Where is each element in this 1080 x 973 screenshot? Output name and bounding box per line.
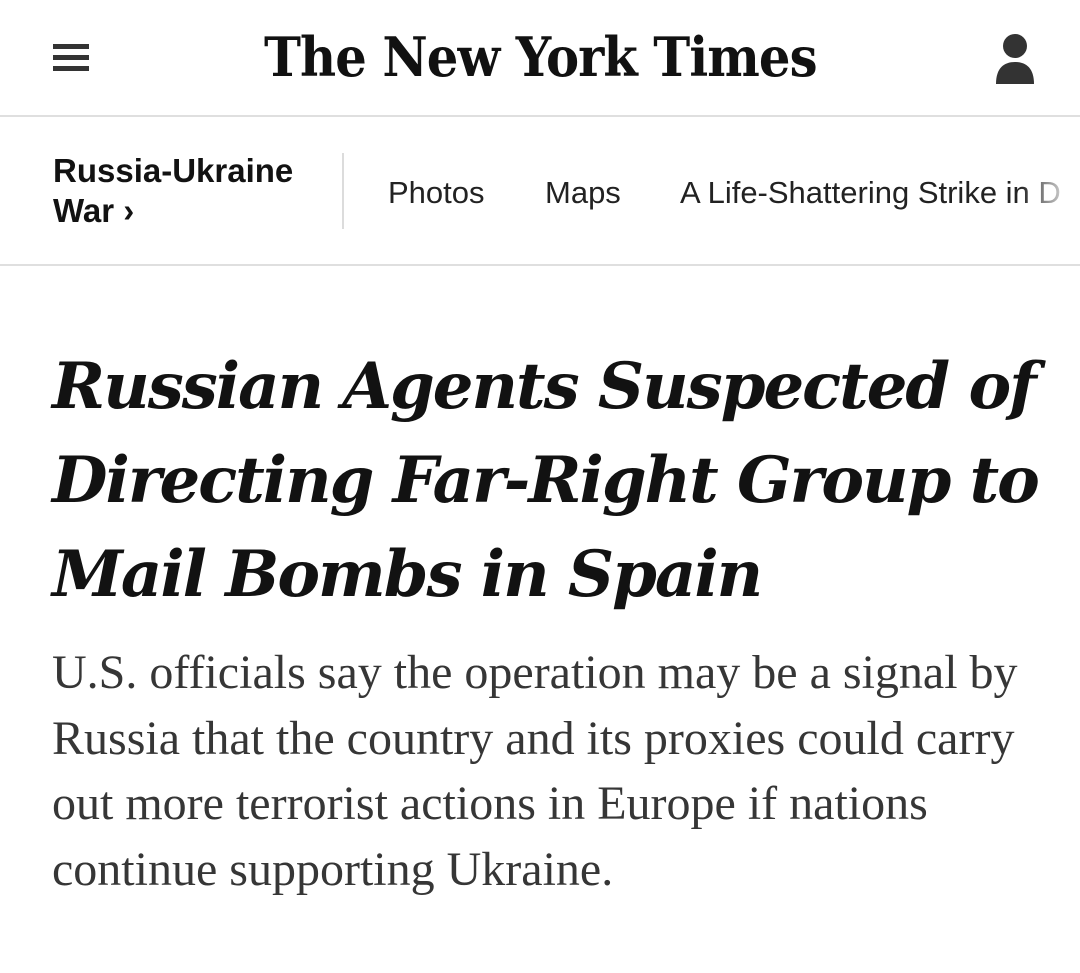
account-icon[interactable]: [994, 32, 1036, 86]
article-summary: U.S. officials say the operation may be …: [52, 646, 1018, 896]
menu-bar-middle: [53, 55, 89, 60]
nav-link-maps[interactable]: Maps: [545, 173, 621, 213]
section-divider: [342, 153, 344, 229]
section-title-line1: Russia-Ukraine: [53, 152, 294, 189]
hamburger-menu-icon[interactable]: [53, 44, 89, 72]
article-headline: Russian Agents Suspected of Directing Fa…: [52, 349, 1040, 612]
scroll-fade-overlay: [1020, 117, 1080, 264]
section-title-line2: War: [53, 192, 115, 229]
top-header: The New York Times: [0, 0, 1080, 117]
nav-link-life-shattering-strike[interactable]: A Life-Shattering Strike in D: [680, 173, 1061, 213]
nav-link-photos[interactable]: Photos: [388, 173, 485, 213]
menu-bar-bottom: [53, 66, 89, 71]
menu-bar-top: [53, 44, 89, 49]
section-nav-bar: Russia-Ukraine War › Photos Maps A Life-…: [0, 117, 1080, 266]
chevron-right-icon: ›: [123, 192, 135, 229]
section-title-link[interactable]: Russia-Ukraine War ›: [53, 151, 333, 231]
masthead-logo[interactable]: The New York Times: [264, 14, 818, 100]
